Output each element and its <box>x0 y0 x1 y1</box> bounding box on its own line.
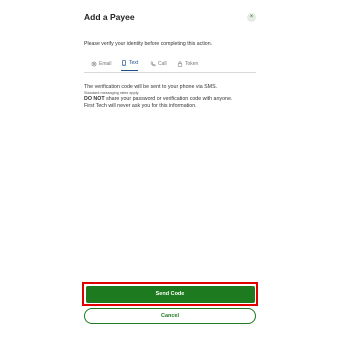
tab-email[interactable]: Email <box>91 56 112 71</box>
share-warning: DO NOT share your password or verificati… <box>84 96 262 103</box>
tab-call-label: Call <box>158 60 167 67</box>
send-code-button[interactable]: Send Code <box>85 285 255 303</box>
warning-emphasis: DO NOT <box>84 96 105 102</box>
close-icon: × <box>249 14 254 20</box>
phone-icon <box>122 60 126 66</box>
tab-email-label: Email <box>99 60 112 67</box>
tab-token-label: Token <box>185 60 199 67</box>
close-button[interactable]: × <box>247 13 256 22</box>
never-ask-notice: First Tech will never ask you for this i… <box>84 103 197 109</box>
send-code-highlight: Send Code <box>82 282 258 306</box>
cancel-button[interactable]: Cancel <box>84 308 256 324</box>
email-icon <box>91 61 97 66</box>
tab-token[interactable]: Token <box>177 56 198 71</box>
sms-notice: The verification code will be sent to yo… <box>84 84 218 90</box>
verify-instruction: Please verify your identity before compl… <box>84 41 213 47</box>
dialog-title: Add a Payee <box>84 12 135 22</box>
lock-icon <box>177 60 183 67</box>
tab-call[interactable]: Call <box>150 56 167 71</box>
call-icon <box>150 61 156 66</box>
warning-text: share your password or verification code… <box>104 96 233 102</box>
verification-method-tabs: Email Text Call Token <box>84 56 256 73</box>
tab-text-label: Text <box>129 60 139 66</box>
verification-message: The verification code will be sent to yo… <box>84 84 262 110</box>
tab-text[interactable]: Text <box>121 56 139 71</box>
